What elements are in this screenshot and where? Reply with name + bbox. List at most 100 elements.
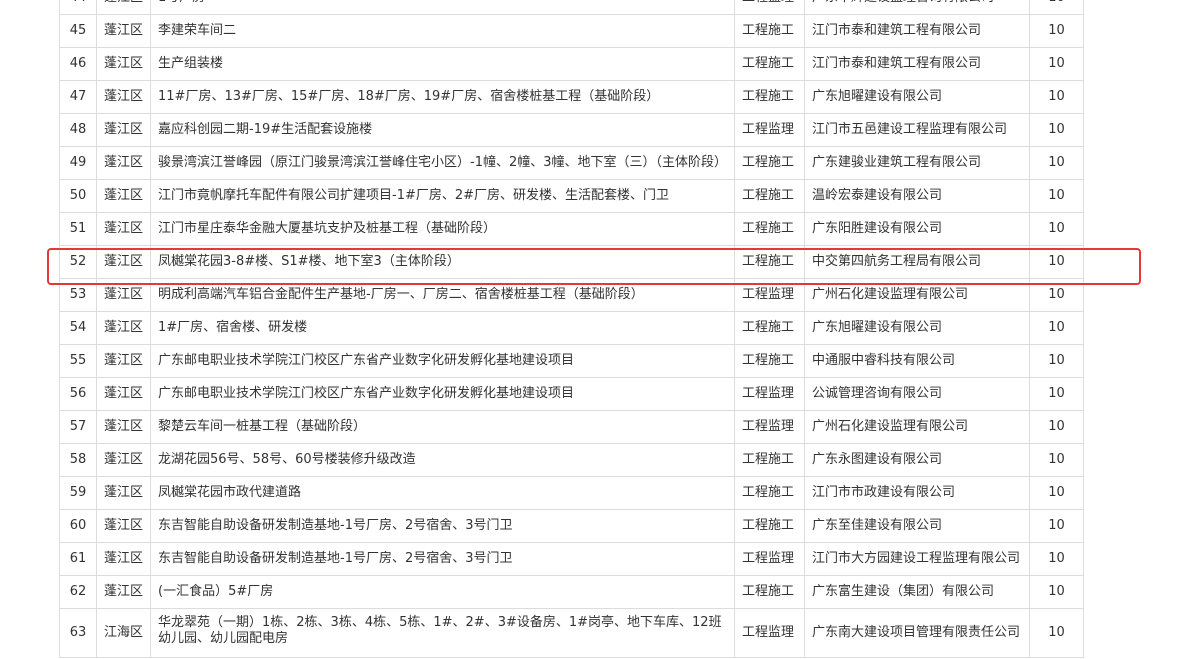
- score-cell: 10: [1029, 245, 1085, 279]
- project-type-cell: 工程监理: [734, 410, 806, 444]
- row-number-cell: 44: [59, 0, 97, 15]
- table-body: 44蓬江区1号厂房工程监理广东华辉建设监理咨询有限公司1045蓬江区李建荣车间二…: [59, 0, 1085, 658]
- company-cell: 公诚管理咨询有限公司: [804, 377, 1031, 411]
- row-number-cell: 49: [59, 146, 97, 180]
- district-cell: 蓬江区: [95, 245, 152, 279]
- company-cell: 中通服中睿科技有限公司: [804, 344, 1031, 378]
- project-type-cell: 工程施工: [734, 575, 806, 609]
- project-name-cell: 华龙翠苑（一期）1栋、2栋、3栋、4栋、5栋、1#、2#、3#设备房、1#岗亭、…: [150, 608, 736, 658]
- district-cell: 蓬江区: [95, 443, 152, 477]
- project-name-cell: 东吉智能自助设备研发制造基地-1号厂房、2号宿舍、3号门卫: [150, 509, 736, 543]
- score-cell: 10: [1029, 542, 1085, 576]
- project-score-table: 44蓬江区1号厂房工程监理广东华辉建设监理咨询有限公司1045蓬江区李建荣车间二…: [59, 0, 1085, 658]
- row-number-cell: 52: [59, 245, 97, 279]
- project-name-cell: 江门市星庄泰华金融大厦基坑支护及桩基工程（基础阶段）: [150, 212, 736, 246]
- project-name-cell: 东吉智能自助设备研发制造基地-1号厂房、2号宿舍、3号门卫: [150, 542, 736, 576]
- row-number-cell: 53: [59, 278, 97, 312]
- project-name-cell: 嘉应科创园二期-19#生活配套设施楼: [150, 113, 736, 147]
- district-cell: 蓬江区: [95, 410, 152, 444]
- score-cell: 10: [1029, 80, 1085, 114]
- company-cell: 江门市泰和建筑工程有限公司: [804, 14, 1031, 48]
- score-cell: 10: [1029, 608, 1085, 658]
- district-cell: 蓬江区: [95, 509, 152, 543]
- project-name-cell: 1#厂房、宿舍楼、研发楼: [150, 311, 736, 345]
- project-name-cell: 广东邮电职业技术学院江门校区广东省产业数字化研发孵化基地建设项目: [150, 344, 736, 378]
- district-cell: 蓬江区: [95, 311, 152, 345]
- score-cell: 10: [1029, 14, 1085, 48]
- company-cell: 广东阳胜建设有限公司: [804, 212, 1031, 246]
- company-cell: 广东富生建设（集团）有限公司: [804, 575, 1031, 609]
- score-cell: 10: [1029, 410, 1085, 444]
- row-number-cell: 58: [59, 443, 97, 477]
- table-row: 51 蓬江区 江门市星庄泰华金融大厦基坑支护及桩基工程（基础阶段） 工程施工 广东阳胜建…: [59, 212, 1085, 246]
- score-cell: 10: [1029, 146, 1085, 180]
- district-cell: 蓬江区: [95, 575, 152, 609]
- score-cell: 10: [1029, 311, 1085, 345]
- score-cell: 10: [1029, 575, 1085, 609]
- district-cell: 蓬江区: [95, 113, 152, 147]
- score-cell: 10: [1029, 443, 1085, 477]
- project-name-cell: 凤樾棠花园市政代建道路: [150, 476, 736, 510]
- row-number-cell: 61: [59, 542, 97, 576]
- project-type-cell: 工程监理: [734, 278, 806, 312]
- project-name-cell: 11#厂房、13#厂房、15#厂房、18#厂房、19#厂房、宿舍楼桩基工程（基础…: [150, 80, 736, 114]
- project-name-cell: 骏景湾滨江誉峰园（原江门骏景湾滨江誉峰住宅小区）-1幢、2幢、3幢、地下室（三）…: [150, 146, 736, 180]
- company-cell: 广州石化建设监理有限公司: [804, 278, 1031, 312]
- score-cell: 10: [1029, 0, 1085, 15]
- district-cell: 蓬江区: [95, 0, 152, 15]
- district-cell: 蓬江区: [95, 377, 152, 411]
- table-row: 54 蓬江区 1#厂房、宿舍楼、研发楼 工程施工 广东旭曜建设有限公司 10: [59, 311, 1085, 345]
- table-row: 47 蓬江区 11#厂房、13#厂房、15#厂房、18#厂房、19#厂房、宿舍楼桩基…: [59, 80, 1085, 114]
- table-row: 63 江海区 华龙翠苑（一期）1栋、2栋、3栋、4栋、5栋、1#、2#、3#设备房、…: [59, 608, 1085, 658]
- company-cell: 广东南大建设项目管理有限责任公司: [804, 608, 1031, 658]
- district-cell: 蓬江区: [95, 146, 152, 180]
- district-cell: 蓬江区: [95, 179, 152, 213]
- table-row: 46 蓬江区 生产组装楼 工程施工 江门市泰和建筑工程有限公司 10: [59, 47, 1085, 81]
- row-number-cell: 59: [59, 476, 97, 510]
- table-row: 57 蓬江区 黎楚云车间一桩基工程（基础阶段） 工程监理 广州石化建设监理有限公司 10: [59, 410, 1085, 444]
- row-number-cell: 62: [59, 575, 97, 609]
- company-cell: 广东旭曜建设有限公司: [804, 311, 1031, 345]
- project-name-cell: 明成利高端汽车铝合金配件生产基地-厂房一、厂房二、宿舍楼桩基工程（基础阶段）: [150, 278, 736, 312]
- company-cell: 广东至佳建设有限公司: [804, 509, 1031, 543]
- table-row: 49 蓬江区 骏景湾滨江誉峰园（原江门骏景湾滨江誉峰住宅小区）-1幢、2幢、3幢、地…: [59, 146, 1085, 180]
- table-row: 52 蓬江区 凤樾棠花园3-8#楼、S1#楼、地下室3（主体阶段） 工程施工 中交第四航…: [59, 245, 1085, 279]
- row-number-cell: 45: [59, 14, 97, 48]
- project-name-cell: 生产组装楼: [150, 47, 736, 81]
- company-cell: 江门市市政建设有限公司: [804, 476, 1031, 510]
- table-row: 53 蓬江区 明成利高端汽车铝合金配件生产基地-厂房一、厂房二、宿舍楼桩基工程（基础…: [59, 278, 1085, 312]
- project-name-cell: 黎楚云车间一桩基工程（基础阶段）: [150, 410, 736, 444]
- project-type-cell: 工程施工: [734, 443, 806, 477]
- company-cell: 中交第四航务工程局有限公司: [804, 245, 1031, 279]
- score-cell: 10: [1029, 278, 1085, 312]
- page: 44蓬江区1号厂房工程监理广东华辉建设监理咨询有限公司1045蓬江区李建荣车间二…: [0, 0, 1193, 659]
- district-cell: 蓬江区: [95, 212, 152, 246]
- project-type-cell: 工程施工: [734, 509, 806, 543]
- table-row: 55 蓬江区 广东邮电职业技术学院江门校区广东省产业数字化研发孵化基地建设项目 工程施…: [59, 344, 1085, 378]
- row-number-cell: 50: [59, 179, 97, 213]
- project-type-cell: 工程施工: [734, 179, 806, 213]
- company-cell: 温岭宏泰建设有限公司: [804, 179, 1031, 213]
- company-cell: 江门市泰和建筑工程有限公司: [804, 47, 1031, 81]
- project-name-cell: 江门市竟帆摩托车配件有限公司扩建项目-1#厂房、2#厂房、研发楼、生活配套楼、门…: [150, 179, 736, 213]
- district-cell: 蓬江区: [95, 344, 152, 378]
- project-type-cell: 工程监理: [734, 377, 806, 411]
- row-number-cell: 54: [59, 311, 97, 345]
- score-cell: 10: [1029, 344, 1085, 378]
- project-type-cell: 工程监理: [734, 608, 806, 658]
- score-cell: 10: [1029, 47, 1085, 81]
- row-number-cell: 55: [59, 344, 97, 378]
- project-type-cell: 工程监理: [734, 542, 806, 576]
- score-cell: 10: [1029, 212, 1085, 246]
- company-cell: 广东永图建设有限公司: [804, 443, 1031, 477]
- project-type-cell: 工程施工: [734, 14, 806, 48]
- company-cell: 广东华辉建设监理咨询有限公司: [804, 0, 1031, 15]
- company-cell: 广东旭曜建设有限公司: [804, 80, 1031, 114]
- project-name-cell: (一汇食品）5#厂房: [150, 575, 736, 609]
- company-cell: 广东建骏业建筑工程有限公司: [804, 146, 1031, 180]
- district-cell: 蓬江区: [95, 278, 152, 312]
- company-cell: 江门市大方园建设工程监理有限公司: [804, 542, 1031, 576]
- score-cell: 10: [1029, 509, 1085, 543]
- row-number-cell: 51: [59, 212, 97, 246]
- project-name-cell: 广东邮电职业技术学院江门校区广东省产业数字化研发孵化基地建设项目: [150, 377, 736, 411]
